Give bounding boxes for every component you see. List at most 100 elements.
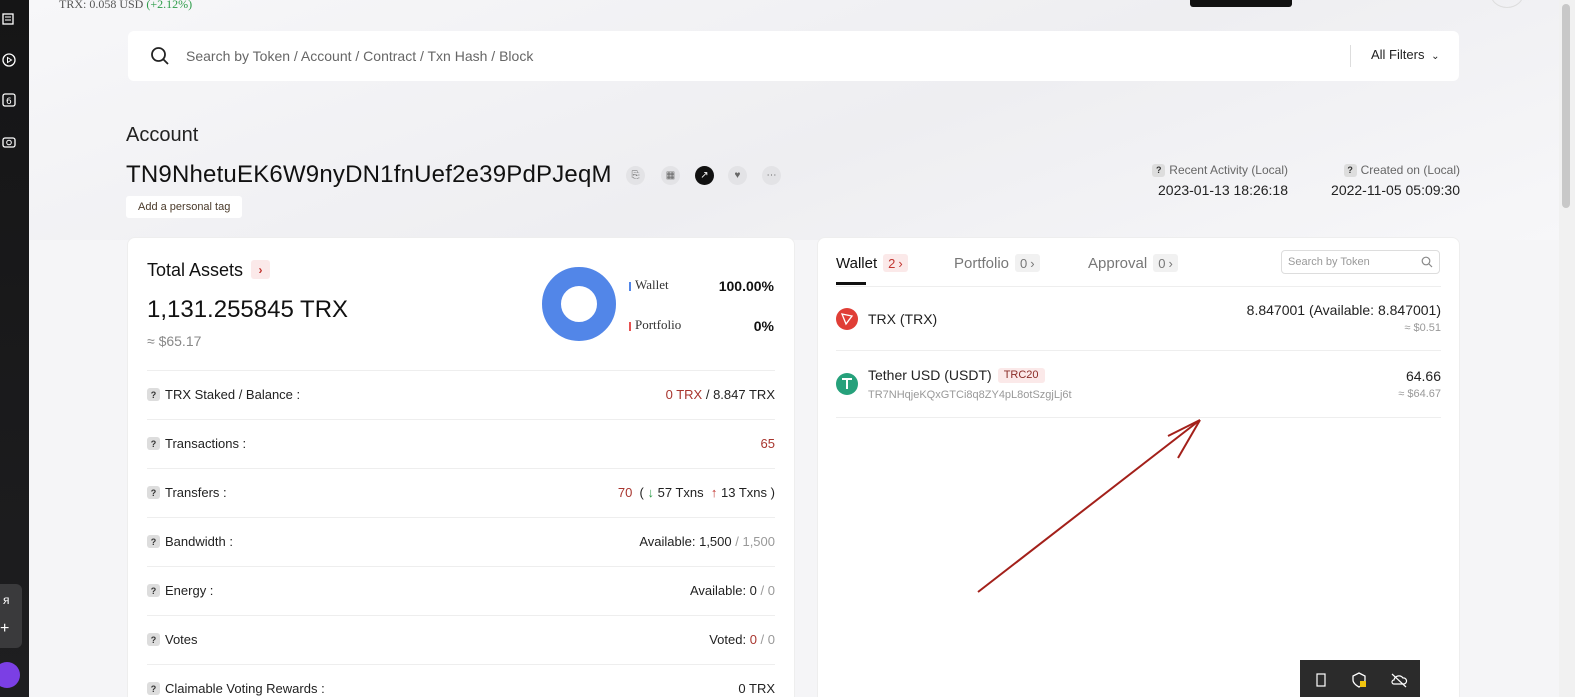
page-title: Account xyxy=(126,124,199,146)
transactions-value[interactable]: 65 xyxy=(761,436,775,451)
favorite-icon[interactable]: ♥ xyxy=(728,166,747,185)
help-icon[interactable]: ? xyxy=(147,486,160,499)
token-contract-address[interactable]: TR7NHqjeKQxGTCi8q8ZY4pL8otSzgjLj6t xyxy=(868,389,1072,401)
assets-donut-chart xyxy=(542,267,616,341)
tab-portfolio[interactable]: Portfolio 0 › xyxy=(954,254,1040,272)
help-icon[interactable]: ? xyxy=(1343,163,1357,177)
add-personal-tag-button[interactable]: Add a personal tag xyxy=(126,196,243,218)
more-icon[interactable]: ⋯ xyxy=(762,166,781,185)
stat-row-staked: ? TRX Staked / Balance : 0 TRX / 8.847 TR… xyxy=(147,370,775,419)
token-name[interactable]: TRX (TRX) xyxy=(868,311,937,327)
all-filters-dropdown[interactable]: All Filters ⌄ xyxy=(1371,47,1439,62)
legend-wallet-value: 100.00% xyxy=(718,278,774,294)
trx-price: TRX: 0.058 USD (+2.12%) xyxy=(59,0,192,12)
browser-sidebar: 6 я + xyxy=(0,0,29,697)
legend-portfolio-value: 0% xyxy=(753,318,774,334)
token-amount: 8.847001 (Available: 8.847001) xyxy=(1246,302,1441,318)
chevron-right-icon: › xyxy=(898,255,903,271)
stat-row-rewards: ? Claimable Voting Rewards : 0 TRX xyxy=(147,664,775,697)
recent-activity: ? Recent Activity (Local) 2023-01-13 18:2… xyxy=(1140,163,1288,198)
transfers-out: 13 Txns xyxy=(721,485,768,500)
system-tray xyxy=(1300,660,1420,697)
page-scrollbar[interactable] xyxy=(1559,0,1575,697)
staked-sep: / xyxy=(702,387,714,402)
energy-available: Available: 0 xyxy=(689,583,757,598)
legend-portfolio-swatch xyxy=(629,321,631,331)
tab-approval-count: 0 xyxy=(1158,255,1166,271)
created-value: 2022-11-05 05:09:30 xyxy=(1331,182,1460,198)
stat-row-votes: ? Votes Voted: 0 / 0 xyxy=(147,615,775,664)
token-row-trx[interactable]: TRX (TRX) 8.847001 (Available: 8.847001)… xyxy=(836,287,1441,351)
votes-prefix: Voted: xyxy=(709,632,750,647)
votes-voted[interactable]: 0 xyxy=(750,632,757,647)
staked-value[interactable]: 0 TRX xyxy=(666,387,703,402)
camera-icon[interactable] xyxy=(0,133,18,151)
trx-price-label: TRX: 0.058 USD xyxy=(59,0,144,11)
help-icon[interactable]: ? xyxy=(147,388,160,401)
cloud-off-icon[interactable] xyxy=(1390,672,1408,688)
transfers-in: 57 Txns xyxy=(657,485,704,500)
transfers-total[interactable]: 70 xyxy=(618,485,632,500)
created-label: Created on (Local) xyxy=(1360,163,1460,177)
add-icon[interactable]: + xyxy=(0,620,9,638)
assistant-icon[interactable] xyxy=(0,662,20,688)
calendar-icon[interactable]: 6 xyxy=(0,91,18,109)
account-address: TN9NhetuEK6W9nyDN1fnUef2e39PdPJeqM xyxy=(126,161,612,188)
svg-text:6: 6 xyxy=(6,97,12,107)
tab-approval[interactable]: Approval 0 › xyxy=(1088,254,1178,272)
trx-token-icon xyxy=(836,308,858,330)
token-usd: ≈ $64.67 xyxy=(1398,388,1441,400)
tab-portfolio-count: 0 xyxy=(1020,255,1028,271)
transfers-label: Transfers : xyxy=(165,485,227,500)
shield-icon[interactable] xyxy=(1351,672,1367,688)
tab-approval-label: Approval xyxy=(1088,254,1148,272)
recent-activity-label: Recent Activity (Local) xyxy=(1169,163,1288,177)
bandwidth-available: Available: 1,500 xyxy=(639,534,732,549)
total-assets-amount: 1,131.255845 TRX xyxy=(147,296,349,323)
votes-total: / 0 xyxy=(756,632,775,647)
total-assets-title: Total Assets xyxy=(147,260,244,280)
tab-portfolio-label: Portfolio xyxy=(954,254,1010,272)
search-input[interactable] xyxy=(186,45,1286,67)
stat-row-transfers: ? Transfers : 70 ( ↓ 57 Txns ↑ 13 Txns ) xyxy=(147,468,775,517)
play-icon[interactable] xyxy=(0,51,18,69)
token-usd: ≈ $0.51 xyxy=(1404,322,1441,334)
sidebar-panel: я + xyxy=(0,584,22,648)
rewards-label: Claimable Voting Rewards : xyxy=(165,681,325,696)
help-icon[interactable]: ? xyxy=(147,535,160,548)
votes-label: Votes xyxy=(165,632,198,647)
sidebar-char[interactable]: я xyxy=(3,593,10,607)
arrow-up-icon: ↑ xyxy=(710,485,718,500)
help-icon[interactable]: ? xyxy=(1152,163,1166,177)
recent-activity-value: 2023-01-13 18:26:18 xyxy=(1158,182,1288,198)
tabs-icon[interactable] xyxy=(0,10,18,28)
usb-icon[interactable] xyxy=(1314,672,1330,688)
legend-wallet: Wallet xyxy=(629,277,669,293)
analytics-icon[interactable]: ↗ xyxy=(695,166,714,185)
tab-wallet[interactable]: Wallet 2 › xyxy=(836,254,908,272)
help-icon[interactable]: ? xyxy=(147,437,160,450)
stat-row-energy: ? Energy : Available: 0 / 0 xyxy=(147,566,775,615)
copy-icon[interactable]: ⎘ xyxy=(626,166,645,185)
staked-label: TRX Staked / Balance : xyxy=(165,387,301,402)
token-name[interactable]: Tether USD (USDT) xyxy=(868,367,992,383)
bandwidth-total: / 1,500 xyxy=(731,534,775,549)
all-filters-label: All Filters xyxy=(1371,47,1425,62)
scrollbar-thumb[interactable] xyxy=(1562,4,1570,208)
qr-code-icon[interactable]: ▦ xyxy=(661,166,680,185)
chevron-right-icon[interactable]: › xyxy=(251,260,270,279)
arrow-down-icon: ↓ xyxy=(647,485,655,500)
token-row-usdt[interactable]: Tether USD (USDT) TRC20 TR7NHqjeKQxGTCi8… xyxy=(836,351,1441,418)
help-icon[interactable]: ? xyxy=(147,584,160,597)
search-icon xyxy=(151,47,169,65)
tab-wallet-label: Wallet xyxy=(836,254,878,272)
legend-portfolio: Portfolio xyxy=(629,317,681,333)
total-assets-card: Total Assets › 1,131.255845 TRX ≈ $65.17… xyxy=(127,237,795,697)
help-icon[interactable]: ? xyxy=(147,633,160,646)
help-icon[interactable]: ? xyxy=(147,682,160,695)
tab-wallet-count: 2 xyxy=(888,255,896,271)
created-on: ? Created on (Local) 2022-11-05 05:09:30 xyxy=(1310,163,1460,198)
connect-wallet-button[interactable] xyxy=(1190,0,1292,7)
token-search-input[interactable] xyxy=(1288,254,1413,270)
legend-wallet-label: Wallet xyxy=(635,277,669,292)
